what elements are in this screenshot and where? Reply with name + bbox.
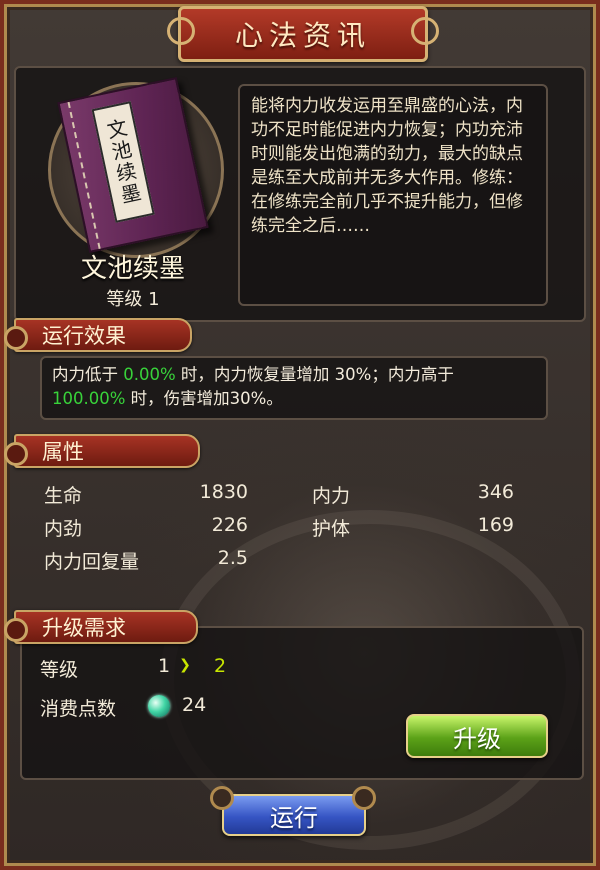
effect-text: 内力低于 0.00% 时，内力恢复量增加 30%；内力高于 100.00% 时，伤…	[42, 358, 544, 416]
stat-value-defense: 169	[477, 514, 514, 536]
stat-label-mp-regen: 内力回复量	[44, 551, 140, 573]
upgrade-level-label: 等级	[40, 659, 79, 681]
section-header-upgrade: 升级需求	[4, 610, 198, 644]
low-threshold: 0.00%	[123, 365, 176, 384]
upgrade-button[interactable]: 升级	[406, 714, 548, 758]
book-cover-label: 文池续墨	[91, 101, 155, 223]
skill-level: 等级 1	[106, 289, 160, 310]
effect-text-part1: 内力低于	[52, 365, 124, 384]
section-header-effect: 运行效果	[4, 318, 192, 352]
run-button-label: 运行	[270, 803, 318, 832]
curl-ornament-run-left	[210, 786, 234, 810]
stat-value-mp: 346	[477, 481, 514, 503]
curl-ornament-right	[411, 17, 439, 45]
skill-name: 文池续墨	[80, 254, 185, 284]
upgrade-level-from: 1	[158, 655, 171, 677]
stat-label-hp: 生命	[44, 485, 83, 507]
upgrade-level-to: 2	[214, 655, 227, 677]
section-header-effect-label: 运行效果	[42, 324, 126, 348]
curl-ornament-left	[167, 17, 195, 45]
stat-label-inner-force: 内劲	[44, 518, 83, 540]
section-header-attributes-label: 属性	[42, 440, 84, 464]
section-header-upgrade-label: 升级需求	[42, 616, 126, 640]
arrow-right-icon: ❯	[179, 657, 191, 673]
page-title: 心法资讯	[234, 19, 371, 52]
upgrade-button-label: 升级	[453, 724, 501, 753]
section-header-attributes: 属性	[4, 434, 200, 468]
skill-description: 能将内力收发运用至鼎盛的心法，内功不足时能促进内力恢复；内功充沛时则能发出饱满的…	[251, 96, 523, 236]
stat-label-defense: 护体	[312, 518, 351, 540]
upgrade-cost-label: 消费点数	[40, 698, 117, 720]
high-threshold: 100.00%	[52, 389, 126, 408]
stat-value-inner-force: 226	[211, 514, 248, 536]
effect-text-part2: 时，内力恢复量增加 30%；内力高于	[175, 365, 454, 384]
stat-value-hp: 1830	[199, 481, 248, 503]
stat-label-mp: 内力	[312, 485, 351, 507]
title-plaque: 心法资讯	[167, 6, 439, 62]
upgrade-cost-value: 24	[182, 694, 207, 716]
stat-value-mp-regen: 2.5	[217, 547, 248, 569]
effect-text-part3: 时，伤害增加30%。	[125, 389, 283, 408]
curl-ornament-run-right	[352, 786, 376, 810]
run-button[interactable]: 运行	[222, 794, 366, 836]
gem-icon	[148, 695, 170, 717]
